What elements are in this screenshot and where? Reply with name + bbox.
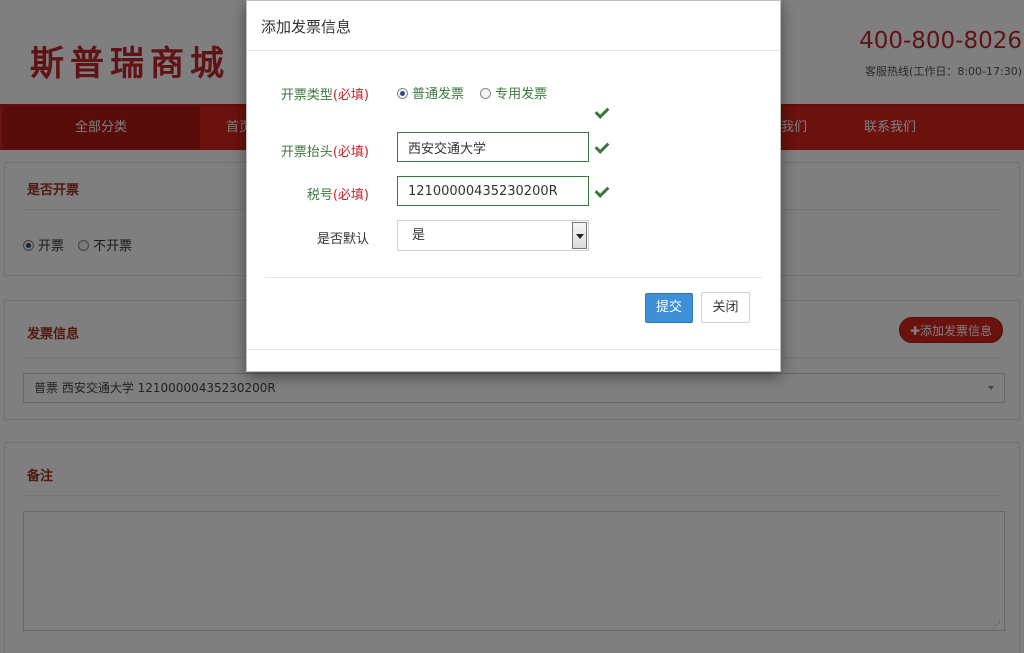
check-icon bbox=[594, 105, 608, 119]
radio-unchecked-icon bbox=[480, 88, 492, 99]
chevron-down-icon bbox=[572, 222, 587, 249]
tax-number-label: 税号(必填) bbox=[306, 188, 369, 203]
divider bbox=[247, 349, 780, 350]
radio-special-invoice[interactable]: 专用发票 bbox=[480, 83, 547, 102]
divider bbox=[247, 50, 780, 51]
divider bbox=[265, 277, 762, 278]
invoice-heading-label: 开票抬头(必填) bbox=[280, 145, 369, 160]
radio-checked-icon bbox=[397, 88, 408, 99]
check-icon bbox=[594, 184, 608, 198]
submit-button[interactable]: 提交 bbox=[645, 293, 693, 323]
is-default-value: 是 bbox=[412, 228, 426, 243]
invoice-type-radios: 普通发票 专用发票 bbox=[397, 83, 559, 102]
is-default-label: 是否默认 bbox=[316, 232, 369, 247]
is-default-select[interactable]: 是 bbox=[397, 220, 589, 251]
modal-title: 添加发票信息 bbox=[261, 18, 352, 36]
invoice-type-label: 开票类型(必填) bbox=[280, 88, 369, 103]
tax-number-input[interactable] bbox=[397, 176, 589, 206]
close-button[interactable]: 关闭 bbox=[701, 292, 750, 323]
radio-regular-invoice[interactable]: 普通发票 bbox=[397, 83, 464, 102]
check-icon bbox=[594, 140, 608, 154]
invoice-heading-input[interactable] bbox=[397, 132, 589, 162]
add-invoice-modal: 添加发票信息 开票类型(必填) 普通发票 专用发票 开票抬头(必填) 税号(必填… bbox=[246, 0, 781, 372]
